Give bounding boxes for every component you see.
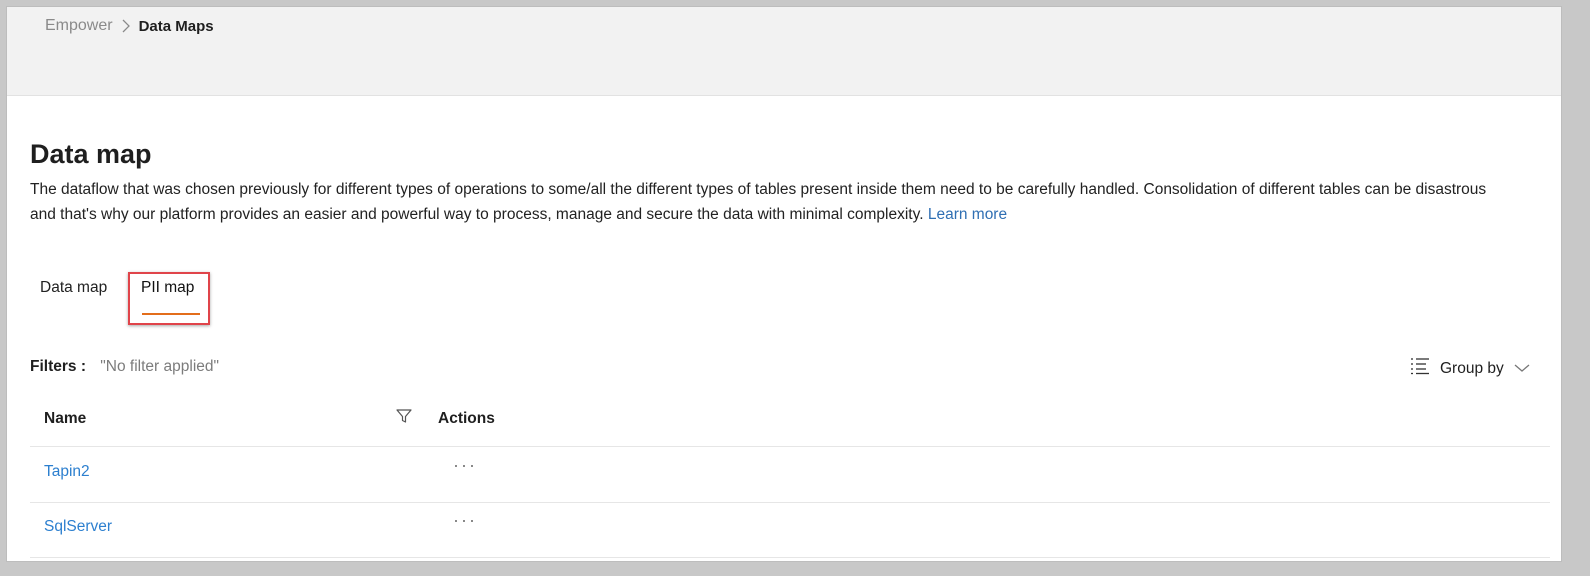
table-row: Tapin2 ··· xyxy=(30,447,1550,503)
page-description: The dataflow that was chosen previously … xyxy=(30,177,1510,227)
row-name-link[interactable]: Tapin2 xyxy=(44,463,90,481)
filters-label: Filters : xyxy=(30,358,86,375)
app-window: Empower Data Maps Data map The dataflow … xyxy=(6,6,1562,562)
chevron-down-icon xyxy=(1514,360,1530,378)
learn-more-link[interactable]: Learn more xyxy=(928,206,1007,223)
group-by-label: Group by xyxy=(1440,359,1504,377)
group-by-dropdown[interactable]: Group by xyxy=(1410,357,1530,380)
list-icon xyxy=(1410,357,1430,380)
filters-bar: Filters : "No filter applied" xyxy=(30,358,219,376)
chevron-right-icon xyxy=(121,18,131,34)
more-actions-icon[interactable]: ··· xyxy=(453,455,477,476)
column-header-actions: Actions xyxy=(438,410,495,427)
top-bar: Empower Data Maps xyxy=(7,7,1561,96)
breadcrumb-current: Data Maps xyxy=(138,17,214,35)
row-name-link[interactable]: SqlServer xyxy=(44,518,112,536)
page-title: Data map xyxy=(30,139,152,169)
tab-data-map[interactable]: Data map xyxy=(40,279,107,297)
highlight-annotation-box xyxy=(128,272,210,325)
breadcrumb-root[interactable]: Empower xyxy=(45,17,113,35)
description-text: The dataflow that was chosen previously … xyxy=(30,181,1487,223)
column-header-name[interactable]: Name xyxy=(44,410,86,428)
more-actions-icon[interactable]: ··· xyxy=(453,510,477,531)
breadcrumb: Empower Data Maps xyxy=(45,17,214,35)
filters-value: "No filter applied" xyxy=(100,358,219,375)
table-header: Name Actions xyxy=(30,399,1550,447)
table-row: SqlServer ··· xyxy=(30,502,1550,558)
filter-icon[interactable] xyxy=(396,408,412,429)
